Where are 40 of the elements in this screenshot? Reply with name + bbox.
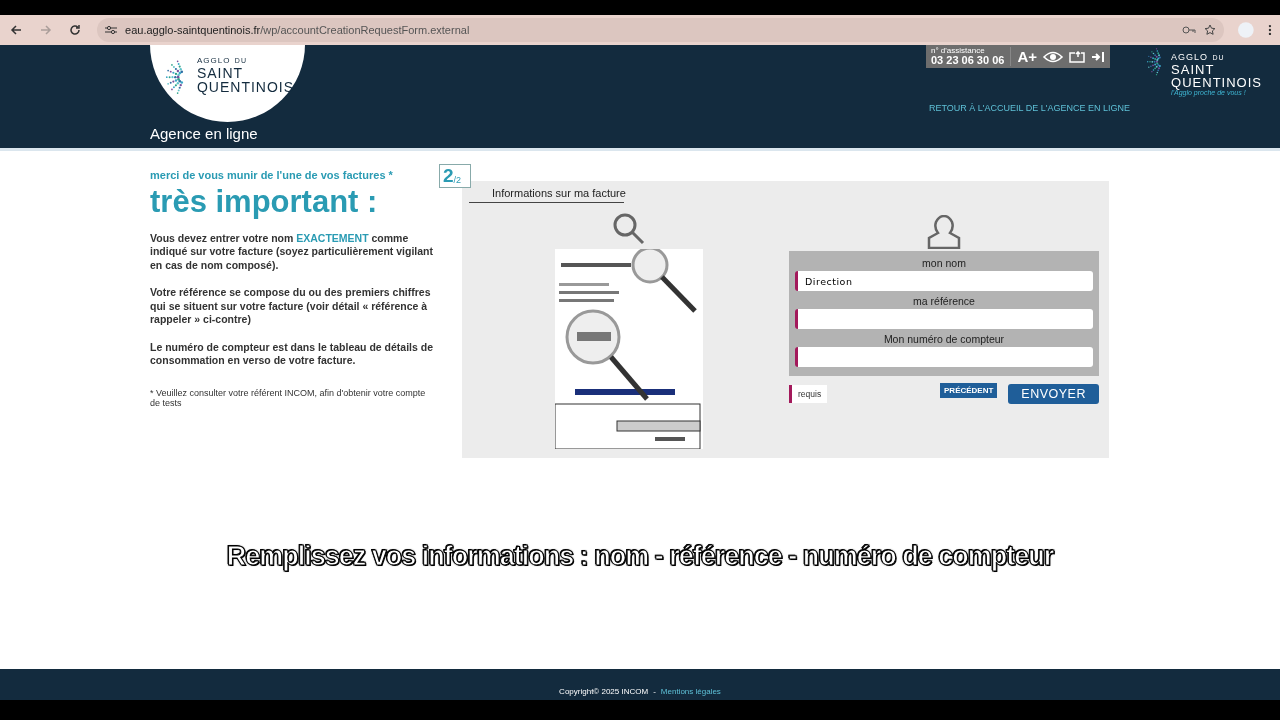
text-field[interactable] <box>795 347 1093 367</box>
separator-text: - <box>653 687 656 696</box>
logo-text: SAINT <box>196 66 245 80</box>
text-field[interactable]: Direction <box>795 271 1093 291</box>
back-to-home-link[interactable]: RETOUR À L'ACCUEIL DE L'AGENCE EN LIGNE <box>929 103 1130 113</box>
logout-icon[interactable] <box>1091 50 1105 63</box>
logo-text: AGGLO <box>196 56 231 65</box>
site-settings-icon[interactable] <box>105 25 118 35</box>
copyright-text: Copyright© 2025 INCOM <box>559 687 649 696</box>
required-legend: requis <box>789 384 828 403</box>
panel-title: Informations sur ma facture <box>469 187 624 203</box>
field-label: ma référence <box>912 295 976 307</box>
instruction-paragraph: Votre référence se compose du ou des premiers chiffres qui se situent sur votre facture (voir détail « référence à rappeler » ci-contre) <box>150 286 432 327</box>
font-size-button[interactable]: A+ <box>1017 48 1037 65</box>
eye-icon[interactable] <box>1043 50 1063 63</box>
site-title: Agence en ligne <box>150 125 259 142</box>
logo-text: QUENTINOIS <box>196 80 295 94</box>
step-badge: 2/2 <box>439 164 471 188</box>
legal-link[interactable]: Mentions légales <box>660 687 721 696</box>
field-label: mon nom <box>921 257 967 269</box>
search-icon <box>613 213 645 245</box>
user-icon <box>927 215 961 249</box>
field-label: Mon numéro de compteur <box>882 333 1006 345</box>
instruction-paragraph: Le numéro de compteur est dans le tableau de détails de consommation en verso de votre facture. <box>150 340 434 368</box>
star-icon[interactable] <box>1204 24 1217 36</box>
footnote: * Veuillez consulter votre référent INCOM, afin d'obtenir votre compte de tests <box>150 387 427 410</box>
text-field[interactable] <box>795 309 1093 329</box>
assistance-phone: 03 23 06 30 06 <box>931 55 1005 66</box>
logo-text: SAINT <box>1171 63 1216 76</box>
video-subtitle: Remplissez vos informations : nom - référence - numéro de compteur <box>225 541 1056 572</box>
lead-text: merci de vous munir de l'une de vos factures * <box>150 169 394 181</box>
logo-text: AGGLO <box>1171 52 1209 62</box>
instruction-paragraph: Vous devez entrer votre nom EXACTEMENT comme indiqué sur votre facture (soyez particulièrement vigilant en cas de nom composé). <box>150 232 434 273</box>
send-button[interactable]: ENVOYER <box>1008 383 1099 404</box>
assistance-label: n° d'assistance <box>931 47 986 55</box>
logo-text: QUENTINOIS <box>1171 76 1262 89</box>
headline: très important : <box>150 184 379 220</box>
key-icon[interactable] <box>1182 26 1197 34</box>
previous-button[interactable]: PRÉCÉDENT <box>940 383 998 398</box>
menu-icon[interactable] <box>1268 24 1273 36</box>
